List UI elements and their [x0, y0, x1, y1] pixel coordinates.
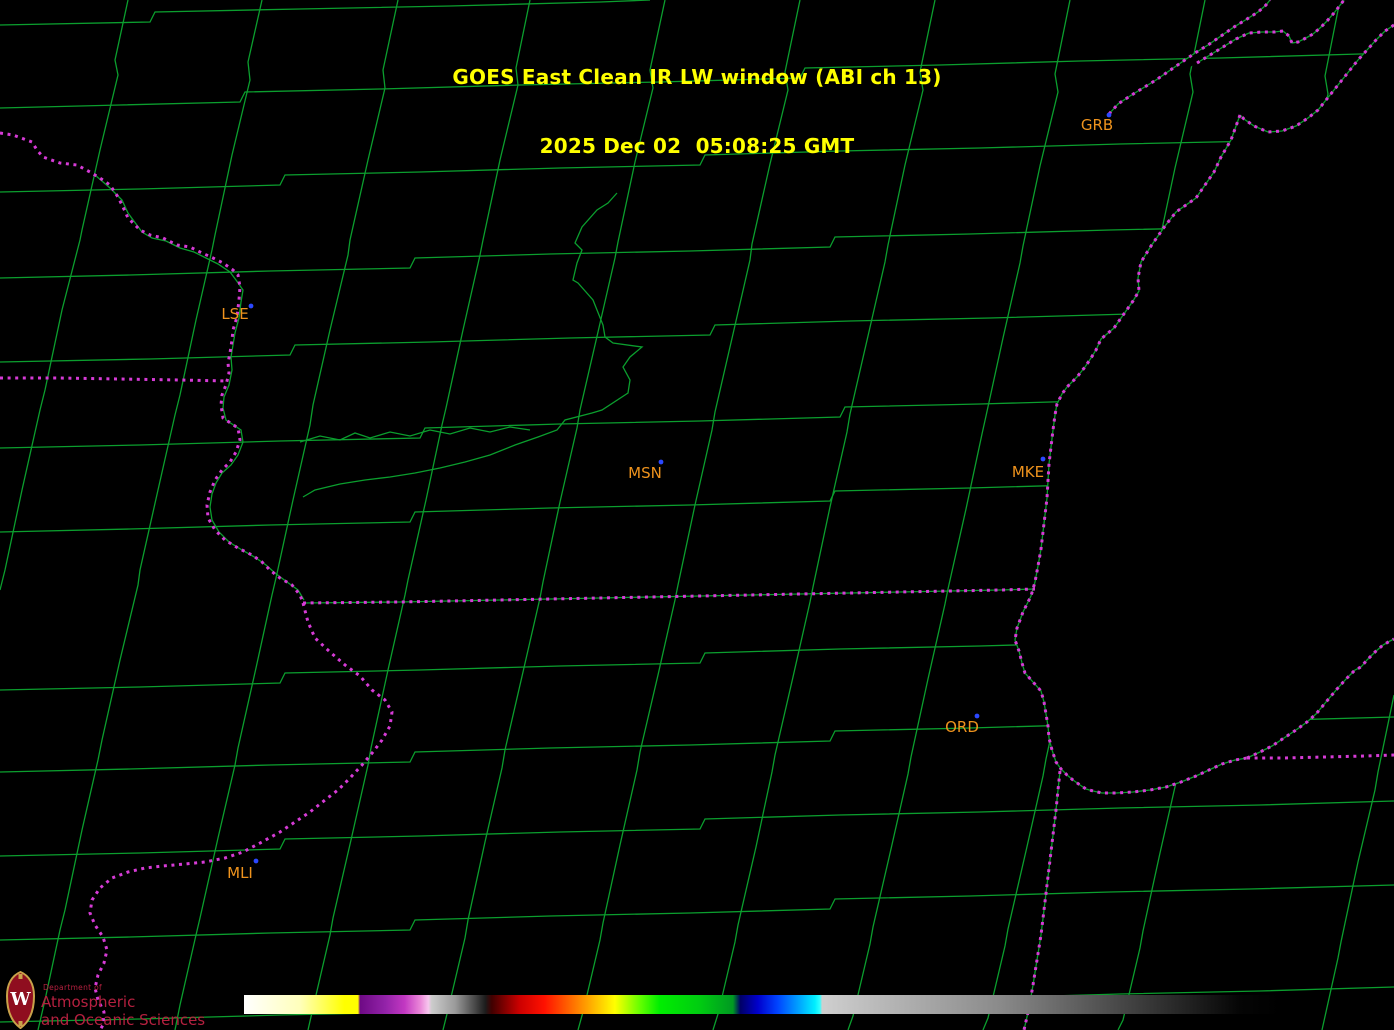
- station-dot-MLI: [253, 858, 259, 864]
- state-border-dotted-line: [1247, 753, 1394, 760]
- uw-aos-logo: W Department of Atmospheric and Oceanic …: [5, 971, 205, 1029]
- station-label-LSE: LSE: [221, 305, 248, 323]
- image-title: GOES East Clean IR LW window (ABI ch 13)…: [0, 20, 1394, 204]
- station-dot-MKE: [1040, 456, 1046, 462]
- station-label-MLI: MLI: [227, 864, 253, 882]
- station-label-MKE: MKE: [1012, 463, 1044, 481]
- logo-line-2: and Oceanic Sciences: [41, 1010, 206, 1029]
- county-boundary-line: [1321, 694, 1394, 1030]
- state-border-dotted-line: [0, 376, 229, 383]
- svg-text:W: W: [9, 989, 31, 1010]
- logo-dept-line: Department of: [43, 983, 102, 992]
- station-dot-LSE: [248, 303, 254, 309]
- ir-temperature-colorbar: [244, 995, 1280, 1014]
- title-line-2: 2025 Dec 02 05:08:25 GMT: [539, 134, 855, 158]
- station-label-ORD: ORD: [945, 718, 979, 736]
- goes-satellite-viewer: GRB LSE MSN MKE ORD MLI GOES East Clean IR LW…: [0, 0, 1394, 1030]
- county-boundary-line: [0, 884, 1394, 941]
- county-boundary-line: [302, 192, 644, 498]
- county-boundary-line: [94, 174, 305, 601]
- uw-aos-wordmark: Department of Atmospheric and Oceanic Sc…: [41, 971, 205, 1028]
- logo-line-1: Atmospheric: [41, 992, 136, 1011]
- title-line-1: GOES East Clean IR LW window (ABI ch 13): [452, 65, 942, 89]
- station-label-MSN: MSN: [628, 464, 662, 482]
- state-border-dotted-line: [88, 602, 394, 1030]
- county-boundary-line: [0, 800, 1394, 857]
- uw-crest-icon: W: [5, 971, 36, 1029]
